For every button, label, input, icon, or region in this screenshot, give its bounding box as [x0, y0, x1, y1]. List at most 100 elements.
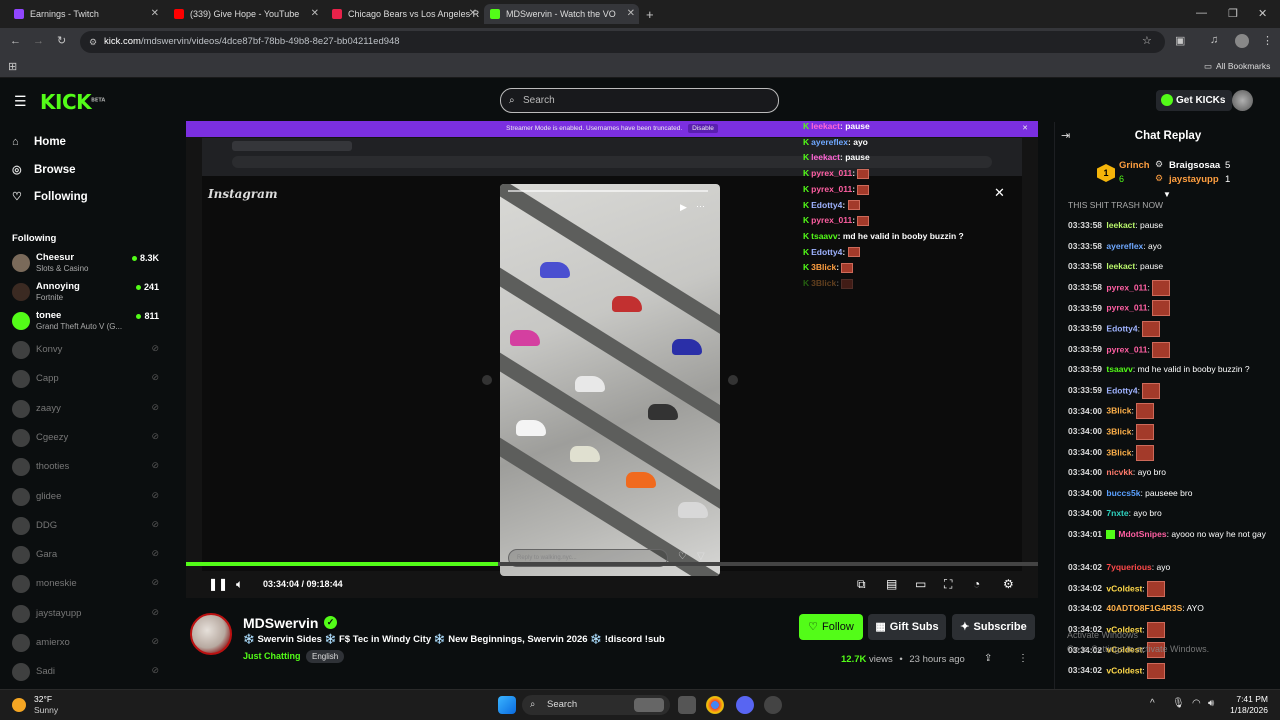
back-icon[interactable]: ← — [10, 35, 21, 47]
taskbar-search[interactable]: ⌕ Search — [522, 695, 670, 715]
theater-mode-icon[interactable]: ▭ — [915, 577, 926, 591]
clock-time[interactable]: 7:41 PM — [1228, 694, 1268, 704]
chat-message[interactable]: 03:33:58 pyrex_011: — [1068, 279, 1272, 296]
chat-message[interactable]: 03:33:59 tsaavv: md he valid in booby bu… — [1068, 362, 1272, 376]
minimize-icon[interactable]: — — [1196, 7, 1207, 19]
chat-username[interactable]: 3Blick — [1106, 426, 1131, 436]
wifi-icon[interactable]: ◠ — [1192, 698, 1201, 709]
language-tag[interactable]: English — [306, 650, 345, 663]
channel-item-offline[interactable]: Sadi ⊘ — [12, 661, 162, 689]
chat-username[interactable]: buccs5k — [1106, 488, 1140, 498]
chat-message[interactable]: 03:34:00 7nxte: ayo bro — [1068, 506, 1272, 520]
user-avatar[interactable] — [1232, 90, 1253, 111]
chat-message[interactable]: 03:33:59 Edotty4: — [1068, 382, 1272, 399]
tray-expand-icon[interactable]: ^ — [1150, 698, 1155, 709]
restore-icon[interactable]: ❐ — [1228, 7, 1238, 20]
chat-username[interactable]: vColdest — [1106, 583, 1142, 593]
channel-item-offline[interactable]: glidee ⊘ — [12, 486, 162, 514]
search-input[interactable]: ⌕ Search — [500, 88, 779, 113]
chat-message[interactable]: 03:34:01 MdotSnipes: ayooo no way he not… — [1068, 527, 1272, 541]
chat-message[interactable]: 03:34:02 40ADTO8F1G4R3S: AYO — [1068, 601, 1272, 615]
url-field[interactable]: ⚙ kick.com/mdswervin/videos/4dce87bf-78b… — [80, 31, 1165, 53]
chat-username[interactable]: pyrex_011 — [1106, 344, 1147, 354]
nav-home[interactable]: ⌂ Home — [12, 136, 66, 148]
apps-grid-icon[interactable]: ⊞ — [8, 60, 17, 73]
follow-button[interactable]: ♡ Follow — [799, 614, 863, 640]
new-tab-icon[interactable]: + — [646, 7, 654, 22]
seek-bar[interactable] — [186, 562, 1038, 566]
chat-username[interactable]: MdotSnipes — [1118, 529, 1166, 539]
chat-username[interactable]: nicvkk — [1106, 467, 1132, 477]
pause-icon[interactable]: ❚❚ — [208, 577, 228, 591]
fullscreen-icon[interactable]: ⛶ — [944, 577, 952, 592]
chat-message[interactable]: 03:34:02 vColdest: — [1068, 663, 1272, 679]
chat-username[interactable]: vColdest — [1106, 665, 1142, 675]
task-view-icon[interactable] — [678, 696, 696, 714]
microphone-icon[interactable]: 🎙︎ — [1172, 698, 1185, 709]
channel-item-offline[interactable]: Cgeezy ⊘ — [12, 427, 162, 455]
close-window-icon[interactable]: ✕ — [1258, 7, 1267, 20]
nav-browse[interactable]: ◎ Browse — [12, 163, 76, 176]
chat-username[interactable]: pyrex_011 — [1106, 303, 1147, 313]
chat-username[interactable]: leekact — [1106, 261, 1135, 271]
channel-item-offline[interactable]: Capp ⊘ — [12, 368, 162, 396]
cast-icon[interactable]: ▣ — [1175, 34, 1185, 47]
channel-item-offline[interactable]: DDG ⊘ — [12, 515, 162, 543]
chat-username[interactable]: 7yquerious — [1106, 562, 1151, 572]
chat-username[interactable]: tsaavv — [1106, 364, 1132, 374]
chat-username[interactable]: 3Blick — [1106, 447, 1131, 457]
subscribe-button[interactable]: ✦ Subscribe — [952, 614, 1035, 640]
miniplayer-icon[interactable]: ⧉ — [857, 577, 866, 592]
tab-twitch[interactable]: Earnings - Twitch ✕ — [8, 4, 163, 24]
chat-username[interactable]: leekact — [1106, 220, 1135, 230]
tab-youtube[interactable]: (339) Give Hope - YouTube ✕ — [168, 4, 323, 24]
streamer-name[interactable]: MDSwervin — [243, 615, 318, 631]
chat-message[interactable]: 03:34:02 7yquerious: ayo — [1068, 560, 1272, 574]
chat-message[interactable]: 03:34:00 nicvkk: ayo bro — [1068, 465, 1272, 479]
close-tab-icon[interactable]: ✕ — [151, 8, 159, 19]
bookmark-star-icon[interactable]: ☆ — [1142, 34, 1152, 47]
close-tab-icon[interactable]: ✕ — [469, 8, 477, 19]
chat-message[interactable]: 03:33:58 leekact: pause — [1068, 259, 1272, 273]
chat-username[interactable]: ayereflex — [1106, 241, 1143, 251]
chat-username[interactable]: 7nxte — [1106, 508, 1128, 518]
windows-start-icon[interactable] — [498, 696, 516, 714]
site-info-icon[interactable]: ⚙ — [89, 31, 97, 53]
tab-nfl[interactable]: Chicago Bears vs Los Angeles R ✕ — [326, 4, 481, 24]
reload-icon[interactable]: ↻ — [57, 34, 66, 47]
video-player[interactable]: Streamer Mode is enabled. Usernames have… — [186, 121, 1038, 598]
channel-item-live[interactable]: Annoying Fortnite 241 — [12, 281, 162, 309]
chat-message[interactable]: 03:33:59 pyrex_011: — [1068, 300, 1272, 317]
share-icon[interactable]: ⇪ — [984, 653, 992, 664]
clock-date[interactable]: 1/18/2026 — [1222, 705, 1268, 715]
chat-username[interactable]: pyrex_011 — [1106, 282, 1147, 292]
channel-item-offline[interactable]: jaystayupp ⊘ — [12, 603, 162, 631]
speaker-icon[interactable]: 🔊︎ — [1208, 698, 1214, 709]
channel-item-live[interactable]: tonee Grand Theft Auto V (G... 811 — [12, 310, 162, 338]
channel-item-offline[interactable]: amierxo ⊘ — [12, 632, 162, 660]
close-tab-icon[interactable]: ✕ — [311, 8, 319, 19]
chat-username[interactable]: Edotty4 — [1106, 385, 1137, 395]
channel-item-offline[interactable]: zaayy ⊘ — [12, 398, 162, 426]
hamburger-menu-icon[interactable]: ☰ — [14, 93, 27, 110]
chat-username[interactable]: Edotty4 — [1106, 323, 1137, 333]
channel-item-offline[interactable]: thooties ⊘ — [12, 456, 162, 484]
all-bookmarks[interactable]: ▭ All Bookmarks — [1204, 61, 1270, 72]
chat-message[interactable]: 03:34:00 3Blick: — [1068, 424, 1272, 440]
chat-message[interactable]: 03:33:59 pyrex_011: — [1068, 341, 1272, 358]
channel-item-offline[interactable]: Gara ⊘ — [12, 544, 162, 572]
settings-icon[interactable]: ⚙ — [1003, 577, 1014, 591]
menu-icon[interactable]: ⋮ — [1262, 34, 1273, 47]
channel-item-live[interactable]: Cheesur Slots & Casino 8.3K — [12, 252, 162, 280]
chat-message[interactable]: 03:33:58 ayereflex: ayo — [1068, 239, 1272, 253]
chat-username[interactable]: 40ADTO8F1G4R3S — [1106, 603, 1182, 613]
channel-item-offline[interactable]: moneskie ⊘ — [12, 573, 162, 601]
chat-message[interactable]: 03:34:02 vColdest: — [1068, 580, 1272, 597]
app-icon[interactable] — [764, 696, 782, 714]
chrome-icon[interactable] — [706, 696, 724, 714]
forward-icon[interactable]: → — [33, 35, 44, 47]
streamer-avatar[interactable] — [190, 613, 232, 655]
chat-message[interactable]: 03:34:00 buccs5k: pauseee bro — [1068, 486, 1272, 500]
media-control-icon[interactable]: ♫ — [1210, 34, 1218, 46]
tab-kick[interactable]: MDSwervin - Watch the VO ✕ — [484, 4, 639, 24]
